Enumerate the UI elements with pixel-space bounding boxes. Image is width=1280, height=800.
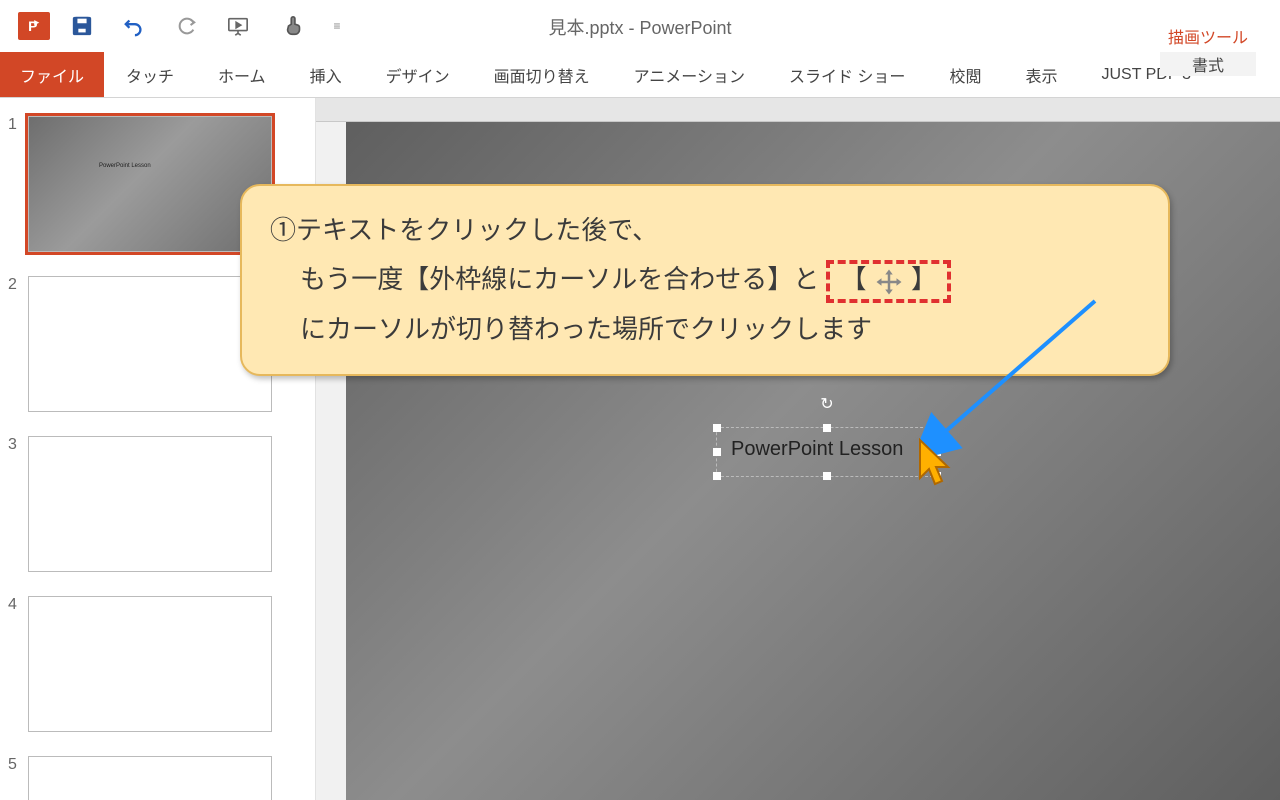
ruler bbox=[316, 98, 1280, 122]
tab-format[interactable]: 書式 bbox=[1160, 52, 1256, 76]
thumbnail-text: PowerPoint Lesson bbox=[99, 163, 151, 169]
resize-handle[interactable] bbox=[713, 472, 721, 480]
undo-icon[interactable] bbox=[106, 6, 162, 46]
thumbnail-number: 3 bbox=[8, 436, 28, 572]
tab-animations[interactable]: アニメーション bbox=[612, 52, 767, 97]
resize-handle[interactable] bbox=[933, 424, 941, 432]
callout-line1: ①テキストをクリックした後で、 bbox=[270, 206, 1140, 255]
rotate-handle-icon[interactable]: ↻ bbox=[820, 394, 833, 414]
tab-view[interactable]: 表示 bbox=[1003, 52, 1079, 97]
highlighted-move-cursor: 【 】 bbox=[826, 260, 951, 302]
resize-handle[interactable] bbox=[823, 472, 831, 480]
save-icon[interactable] bbox=[58, 6, 106, 46]
textbox-content[interactable]: PowerPoint Lesson bbox=[717, 428, 937, 471]
slide-thumbnail[interactable]: PowerPoint Lesson bbox=[28, 116, 272, 252]
tab-transitions[interactable]: 画面切り替え bbox=[472, 52, 612, 97]
slideshow-icon[interactable] bbox=[210, 6, 266, 46]
thumbnail-number: 5 bbox=[8, 756, 28, 800]
tab-slideshow[interactable]: スライド ショー bbox=[767, 52, 927, 97]
context-tool-label: 描画ツール bbox=[1160, 0, 1256, 52]
slide-thumbnail[interactable] bbox=[28, 276, 272, 412]
thumbnail-number: 4 bbox=[8, 596, 28, 732]
tab-insert[interactable]: 挿入 bbox=[288, 52, 364, 97]
callout-line2: もう一度【外枠線にカーソルを合わせる】と 【 】 bbox=[270, 255, 1140, 304]
callout-line3: にカーソルが切り替わった場所でクリックします bbox=[270, 305, 1140, 354]
slide-thumbnail[interactable] bbox=[28, 756, 272, 800]
resize-handle[interactable] bbox=[713, 424, 721, 432]
ribbon-tabs: ファイル タッチ ホーム 挿入 デザイン 画面切り替え アニメーション スライド… bbox=[0, 52, 1280, 98]
slide-thumbnail[interactable] bbox=[28, 596, 272, 732]
tab-review[interactable]: 校閲 bbox=[927, 52, 1003, 97]
tab-file[interactable]: ファイル bbox=[0, 52, 104, 97]
thumbnail-number: 1 bbox=[8, 116, 28, 252]
thumbnail-row[interactable]: 5 bbox=[8, 756, 297, 800]
tab-design[interactable]: デザイン bbox=[364, 52, 472, 97]
resize-handle[interactable] bbox=[823, 424, 831, 432]
quick-access-toolbar: P ▸ ≡ 見本.pptx - PowerPoint 描画ツール bbox=[0, 0, 1280, 52]
move-cursor-icon bbox=[874, 267, 904, 297]
thumbnail-row[interactable]: 4 bbox=[8, 596, 297, 732]
resize-handle[interactable] bbox=[713, 448, 721, 456]
tab-home[interactable]: ホーム bbox=[196, 52, 288, 97]
tab-touch[interactable]: タッチ bbox=[104, 52, 196, 97]
thumbnail-number: 2 bbox=[8, 276, 28, 412]
redo-icon[interactable] bbox=[162, 6, 210, 46]
thumbnail-row[interactable]: 3 bbox=[8, 436, 297, 572]
cursor-icon bbox=[916, 438, 954, 490]
app-icon: P ▸ bbox=[10, 6, 58, 46]
window-title: 見本.pptx - PowerPoint bbox=[548, 14, 731, 40]
slide-thumbnail[interactable] bbox=[28, 436, 272, 572]
touch-mode-icon[interactable] bbox=[266, 6, 322, 46]
qat-more-icon[interactable]: ≡ bbox=[322, 6, 352, 46]
instruction-callout: ①テキストをクリックした後で、 もう一度【外枠線にカーソルを合わせる】と 【 】… bbox=[240, 184, 1170, 376]
selected-textbox[interactable]: ↻ PowerPoint Lesson bbox=[716, 427, 938, 477]
